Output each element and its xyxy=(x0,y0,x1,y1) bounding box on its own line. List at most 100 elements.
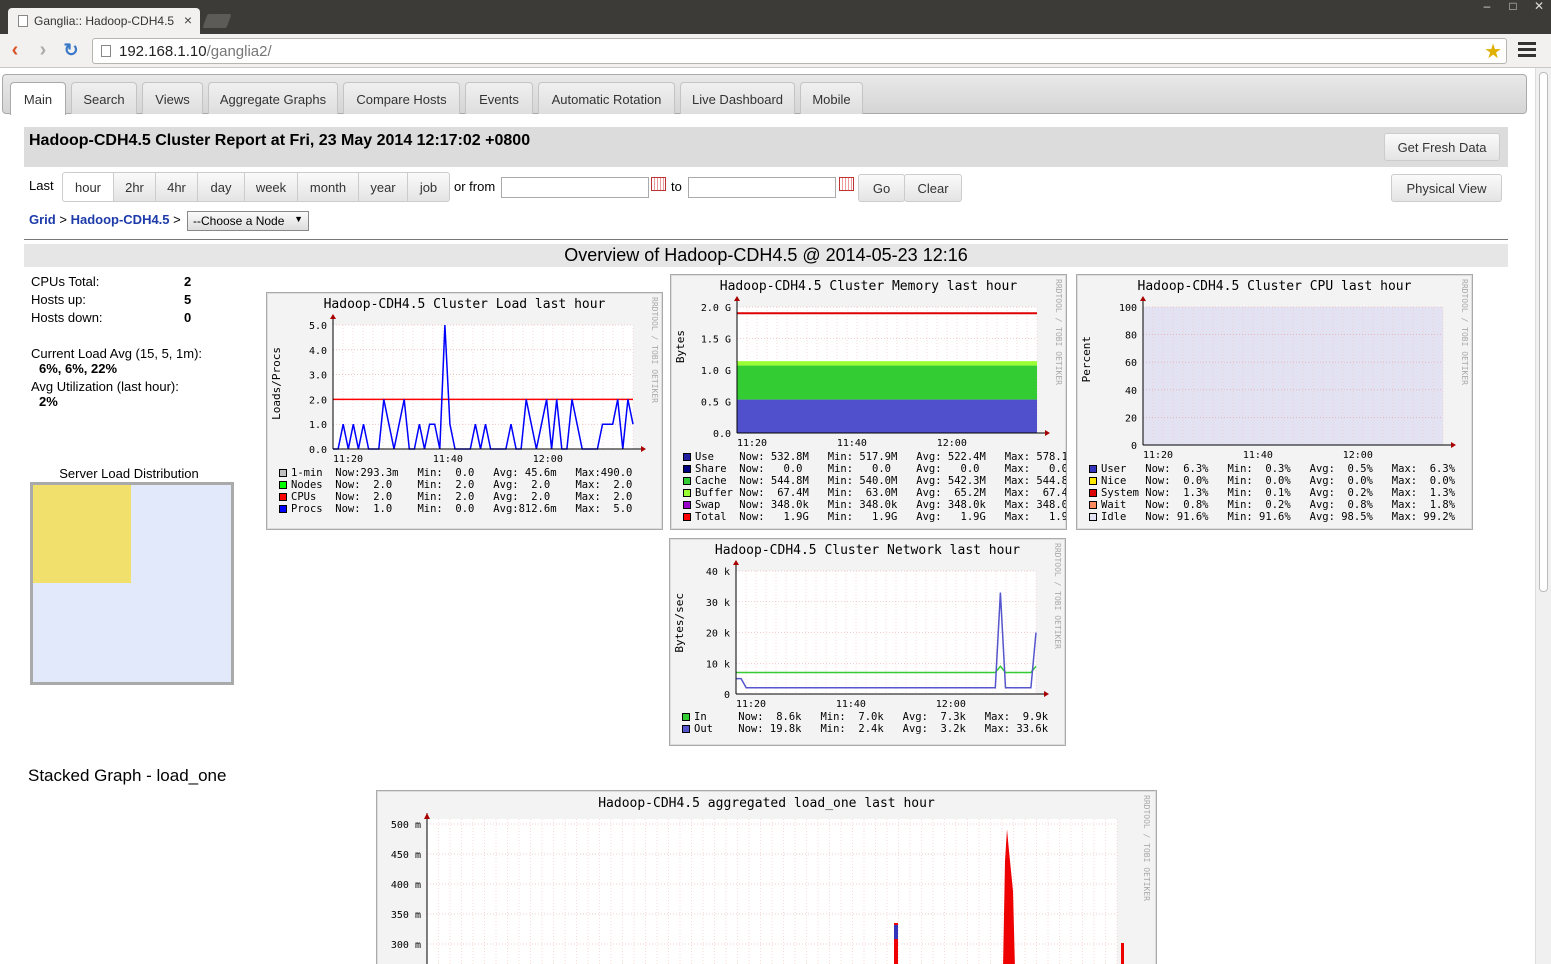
load-avg-label: Current Load Avg (15, 5, 1m): xyxy=(31,346,203,361)
chart-svg: 500 m 450 m 400 m 350 m 300 m xyxy=(391,813,1124,964)
clear-button[interactable]: Clear xyxy=(904,174,962,202)
y-tick-label: 1.0 G xyxy=(701,366,731,377)
legend-series-name: In xyxy=(694,711,739,723)
cache-area xyxy=(737,365,1037,400)
legend-series-name: User xyxy=(1101,463,1146,475)
legend-row: Nice Now: 0.0% Min: 0.0% Avg: 0.0% Max: … xyxy=(1089,475,1455,487)
legend-series-name: Procs xyxy=(291,503,336,515)
choose-node-select[interactable]: --Choose a Node ▼ xyxy=(187,211,309,231)
reload-icon[interactable]: ↻ xyxy=(60,40,82,62)
buffer-area xyxy=(737,361,1037,366)
load-graph[interactable]: Hadoop-CDH4.5 Cluster Load last hour RRDT… xyxy=(266,292,663,530)
tab-close-icon[interactable]: × xyxy=(184,12,192,28)
stacked-spike xyxy=(894,925,898,939)
y-tick-label: 0.5 G xyxy=(701,398,731,409)
bookmark-star-icon[interactable]: ★ xyxy=(1484,39,1502,64)
range-year-button[interactable]: year xyxy=(358,172,408,202)
y-tick-label: 60 xyxy=(1125,358,1137,369)
network-graph[interactable]: Hadoop-CDH4.5 Cluster Network last hour R… xyxy=(669,538,1066,746)
legend-row: Swap Now: 348.0k Min: 348.0k Avg: 348.0k… xyxy=(683,499,1066,511)
memory-graph[interactable]: Hadoop-CDH4.5 Cluster Memory last hour RR… xyxy=(670,274,1067,530)
range-month-button[interactable]: month xyxy=(297,172,359,202)
server-load-distribution-map xyxy=(30,482,234,685)
calendar-to-icon[interactable] xyxy=(839,177,854,191)
y-tick-label: 30 k xyxy=(706,598,730,609)
breadcrumb-grid-link[interactable]: Grid xyxy=(29,212,56,227)
chart-legend: Use Now: 532.8M Min: 517.9M Avg: 522.4M … xyxy=(683,451,1066,523)
maximize-icon[interactable]: □ xyxy=(1502,0,1524,14)
legend-stats: Now: 6.3% Min: 0.3% Avg: 0.5% Max: 6.3% xyxy=(1145,463,1456,475)
browser-menu-icon[interactable] xyxy=(1518,42,1536,58)
range-job-button[interactable]: job xyxy=(407,172,450,202)
legend-series-name: Nodes xyxy=(291,479,336,491)
address-bar[interactable]: 192.168.1.10/ganglia2/ ★ xyxy=(92,38,1507,64)
legend-series-name: Out xyxy=(694,723,739,735)
legend-swatch xyxy=(682,713,690,721)
cpus-total-value: 2 xyxy=(184,274,192,289)
stacked-graph-title: Stacked Graph - load_one xyxy=(28,766,227,785)
forward-arrow-icon[interactable]: › xyxy=(32,40,54,62)
legend-row: Nodes Now: 2.0 Min: 2.0 Avg: 2.0 Max: 2.… xyxy=(279,479,632,491)
y-tick-label: 450 m xyxy=(391,850,421,861)
range-4hr-button[interactable]: 4hr xyxy=(155,172,198,202)
legend-row: 1-min Now:293.3m Min: 0.0 Avg: 45.6m Max… xyxy=(279,467,632,479)
tab-aggregate-graphs[interactable]: Aggregate Graphs xyxy=(208,82,338,114)
range-hour-button[interactable]: hour xyxy=(62,172,114,202)
legend-stats: Now: 2.0 Min: 2.0 Avg: 2.0 Max: 2.0 xyxy=(335,479,633,491)
y-tick-label: 300 m xyxy=(391,940,421,951)
go-button[interactable]: Go xyxy=(858,174,905,202)
use-area xyxy=(737,399,1037,433)
chart-legend: In Now: 8.6k Min: 7.0k Avg: 7.3k Max: 9.… xyxy=(682,711,1048,735)
legend-swatch xyxy=(279,481,287,489)
legend-swatch xyxy=(682,725,690,733)
minimize-icon[interactable]: – xyxy=(1476,0,1498,14)
hosts-up-value: 5 xyxy=(184,292,192,307)
legend-swatch xyxy=(279,493,287,501)
physical-view-button[interactable]: Physical View xyxy=(1391,174,1502,202)
legend-stats: Now:293.3m Min: 0.0 Avg: 45.6m Max:490.0 xyxy=(335,467,633,479)
new-tab-button[interactable] xyxy=(202,14,232,28)
browser-tab[interactable]: Ganglia:: Hadoop-CDH4.5 × xyxy=(8,8,200,34)
stacked-load-graph[interactable]: Hadoop-CDH4.5 aggregated load_one last h… xyxy=(376,790,1157,964)
legend-stats: Now: 0.0% Min: 0.0% Avg: 0.0% Max: 0.0% xyxy=(1145,475,1456,487)
calendar-from-icon[interactable] xyxy=(651,177,666,191)
back-arrow-icon[interactable]: ‹ xyxy=(4,40,26,62)
tab-views[interactable]: Views xyxy=(142,82,203,114)
breadcrumb-separator: > xyxy=(59,212,67,227)
server-load-cell[interactable] xyxy=(33,485,131,583)
range-day-button[interactable]: day xyxy=(197,172,245,202)
or-from-label: or from xyxy=(454,179,496,194)
get-fresh-data-button[interactable]: Get Fresh Data xyxy=(1384,133,1500,161)
cpu-graph[interactable]: Hadoop-CDH4.5 Cluster CPU last hour RRDTO… xyxy=(1076,274,1473,530)
y-axis-arrow xyxy=(1140,296,1146,301)
tab-search[interactable]: Search xyxy=(71,82,137,114)
window-close-icon[interactable]: ✕ xyxy=(1528,0,1550,14)
url-path: /ganglia2/ xyxy=(206,43,272,60)
stacked-spike xyxy=(1121,943,1124,964)
tab-main[interactable]: Main xyxy=(10,82,66,115)
legend-stats: Now: 1.0 Min: 0.0 Avg:812.6m Max: 5.0 xyxy=(335,503,633,515)
tab-automatic-rotation[interactable]: Automatic Rotation xyxy=(538,82,675,114)
legend-series-name: 1-min xyxy=(291,467,336,479)
x-tick-label: 11:20 xyxy=(333,454,363,465)
x-tick-label: 11:40 xyxy=(433,454,463,465)
legend-stats: Now: 8.6k Min: 7.0k Avg: 7.3k Max: 9.9k xyxy=(738,711,1049,723)
tab-compare-hosts[interactable]: Compare Hosts xyxy=(343,82,460,114)
y-tick-label: 1.5 G xyxy=(701,335,731,346)
scrollbar-thumb[interactable] xyxy=(1539,72,1548,592)
breadcrumb-cluster-link[interactable]: Hadoop-CDH4.5 xyxy=(71,212,170,227)
range-2hr-button[interactable]: 2hr xyxy=(113,172,156,202)
legend-row: Total Now: 1.9G Min: 1.9G Avg: 1.9G Max:… xyxy=(683,511,1066,523)
tab-live-dashboard[interactable]: Live Dashboard xyxy=(680,82,795,114)
tab-events[interactable]: Events xyxy=(465,82,533,114)
legend-series-name: Buffer xyxy=(695,487,740,499)
x-axis-arrow xyxy=(641,446,646,452)
vertical-scrollbar[interactable] xyxy=(1535,68,1551,964)
legend-stats: Now: 1.3% Min: 0.1% Avg: 0.2% Max: 1.3% xyxy=(1145,487,1456,499)
tab-mobile[interactable]: Mobile xyxy=(800,82,863,114)
chart-legend: 1-min Now:293.3m Min: 0.0 Avg: 45.6m Max… xyxy=(279,467,632,515)
range-week-button[interactable]: week xyxy=(244,172,298,202)
x-tick-label: 11:40 xyxy=(836,699,866,710)
from-date-input[interactable] xyxy=(501,177,649,198)
to-date-input[interactable] xyxy=(688,177,836,198)
